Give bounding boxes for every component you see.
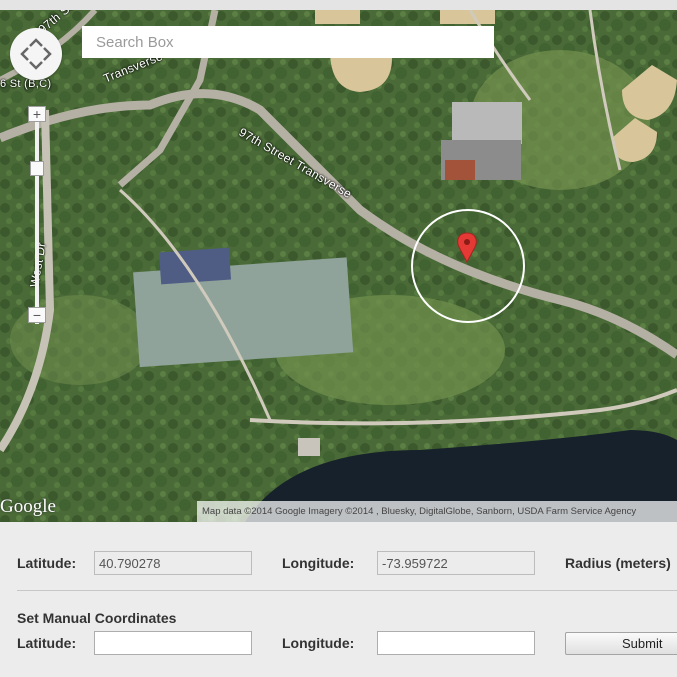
map-attribution: Map data ©2014 Google Imagery ©2014 , Bl… (197, 501, 677, 522)
latitude-readout (94, 551, 252, 575)
satellite-map[interactable]: 97th Street Transverse Transverse 97th S… (0, 10, 677, 522)
manual-latitude-input[interactable] (94, 631, 252, 655)
zoom-slider-handle[interactable] (30, 161, 44, 176)
manual-latitude-label: Latitude: (17, 635, 77, 651)
manual-longitude-input[interactable] (377, 631, 535, 655)
pan-arrows-icon (20, 38, 52, 70)
manual-coordinates-heading: Set Manual Coordinates (17, 610, 177, 626)
search-input[interactable] (82, 26, 494, 58)
longitude-readout (377, 551, 535, 575)
top-strip (0, 0, 677, 10)
pan-control[interactable] (10, 28, 62, 80)
radius-label: Radius (meters) (565, 555, 671, 571)
map-imagery (0, 10, 677, 522)
submit-button[interactable]: Submit (565, 632, 677, 655)
zoom-in-button[interactable]: + (28, 106, 46, 122)
form-divider (17, 590, 677, 591)
zoom-out-button[interactable]: − (28, 307, 46, 323)
coordinate-form: Latitude: Longitude: Radius (meters) Set… (0, 522, 677, 677)
latitude-label: Latitude: (17, 555, 77, 571)
manual-longitude-label: Longitude: (282, 635, 355, 651)
longitude-label: Longitude: (282, 555, 355, 571)
zoom-slider-track[interactable] (35, 110, 39, 324)
google-logo: Google (0, 496, 56, 517)
